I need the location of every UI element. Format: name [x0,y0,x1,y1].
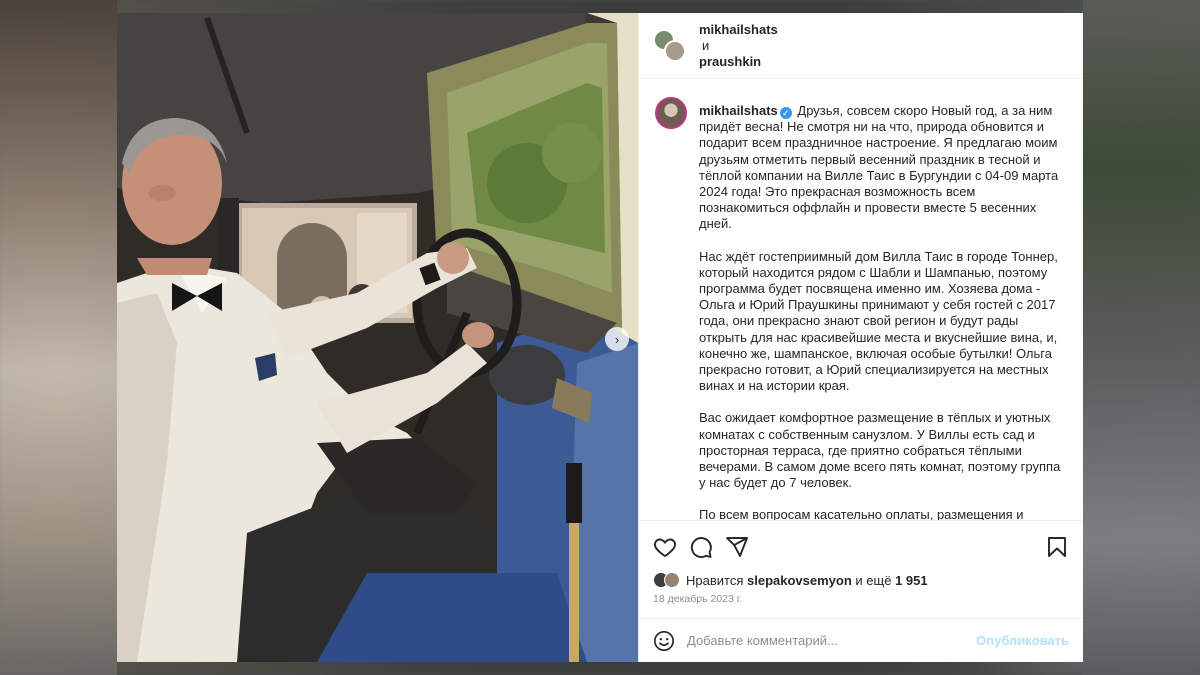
avatar [664,39,686,62]
bookmark-icon[interactable] [1045,535,1069,559]
caption-paragraph: Друзья, совсем скоро Новый год, а за ним… [699,103,1059,232]
share-icon[interactable] [725,535,749,559]
caption-username[interactable]: mikhailshats [699,103,778,118]
comment-input[interactable] [687,633,977,648]
collab-separator: и [702,37,710,53]
post-date: 18 декабрь 2023 г. [653,593,743,605]
likes-summary[interactable]: Нравится slepakovsemyon и ещё 1 951 [639,569,1083,591]
caption-text: mikhailshats ✓ Друзья, совсем скоро Новый… [699,103,1067,521]
comment-bar: Опубликовать [639,618,1083,662]
comment-icon[interactable] [689,535,713,559]
post-side-panel: mikhailshats и praushkin mikhailshats ✓ Д… [638,13,1083,662]
heart-icon[interactable] [653,535,677,559]
photo-man-in-vintage-car [117,13,638,662]
collab-avatars[interactable] [653,28,687,63]
likes-prefix: Нравится [686,572,744,588]
instagram-post: › mikhailshats и praushkin mikhailshats ✓ [117,13,1083,662]
avatar[interactable] [655,97,687,129]
caption-scroll[interactable]: mikhailshats ✓ Друзья, совсем скоро Новый… [639,79,1083,521]
chevron-right-icon: › [614,331,620,347]
avatar [664,572,680,588]
publish-button[interactable]: Опубликовать [976,633,1069,648]
background-left [0,0,117,675]
post-photo: › [117,13,638,662]
next-photo-button[interactable]: › [605,327,629,351]
collab-usernames: mikhailshats и praushkin [699,22,778,70]
username-link[interactable]: praushkin [699,54,761,69]
verified-badge-icon: ✓ [779,107,792,119]
caption-paragraph: Нас ждёт гостеприимный дом Вилла Таис в … [699,248,1058,394]
caption-paragraph: Вас ожидает комфортное размещение в тёпл… [699,410,1061,491]
username-link[interactable]: mikhailshats [699,22,778,37]
caption-paragraph: По всем вопросам касательно оплаты, разм… [699,507,1024,521]
post-header: mikhailshats и praushkin [639,13,1083,79]
action-bar [639,525,1083,569]
likes-username[interactable]: slepakovsemyon [747,573,852,588]
likes-count[interactable]: 1 951 [895,573,928,588]
emoji-icon[interactable] [653,630,675,652]
background-right [1083,0,1200,675]
likes-middle: и ещё [855,572,892,588]
